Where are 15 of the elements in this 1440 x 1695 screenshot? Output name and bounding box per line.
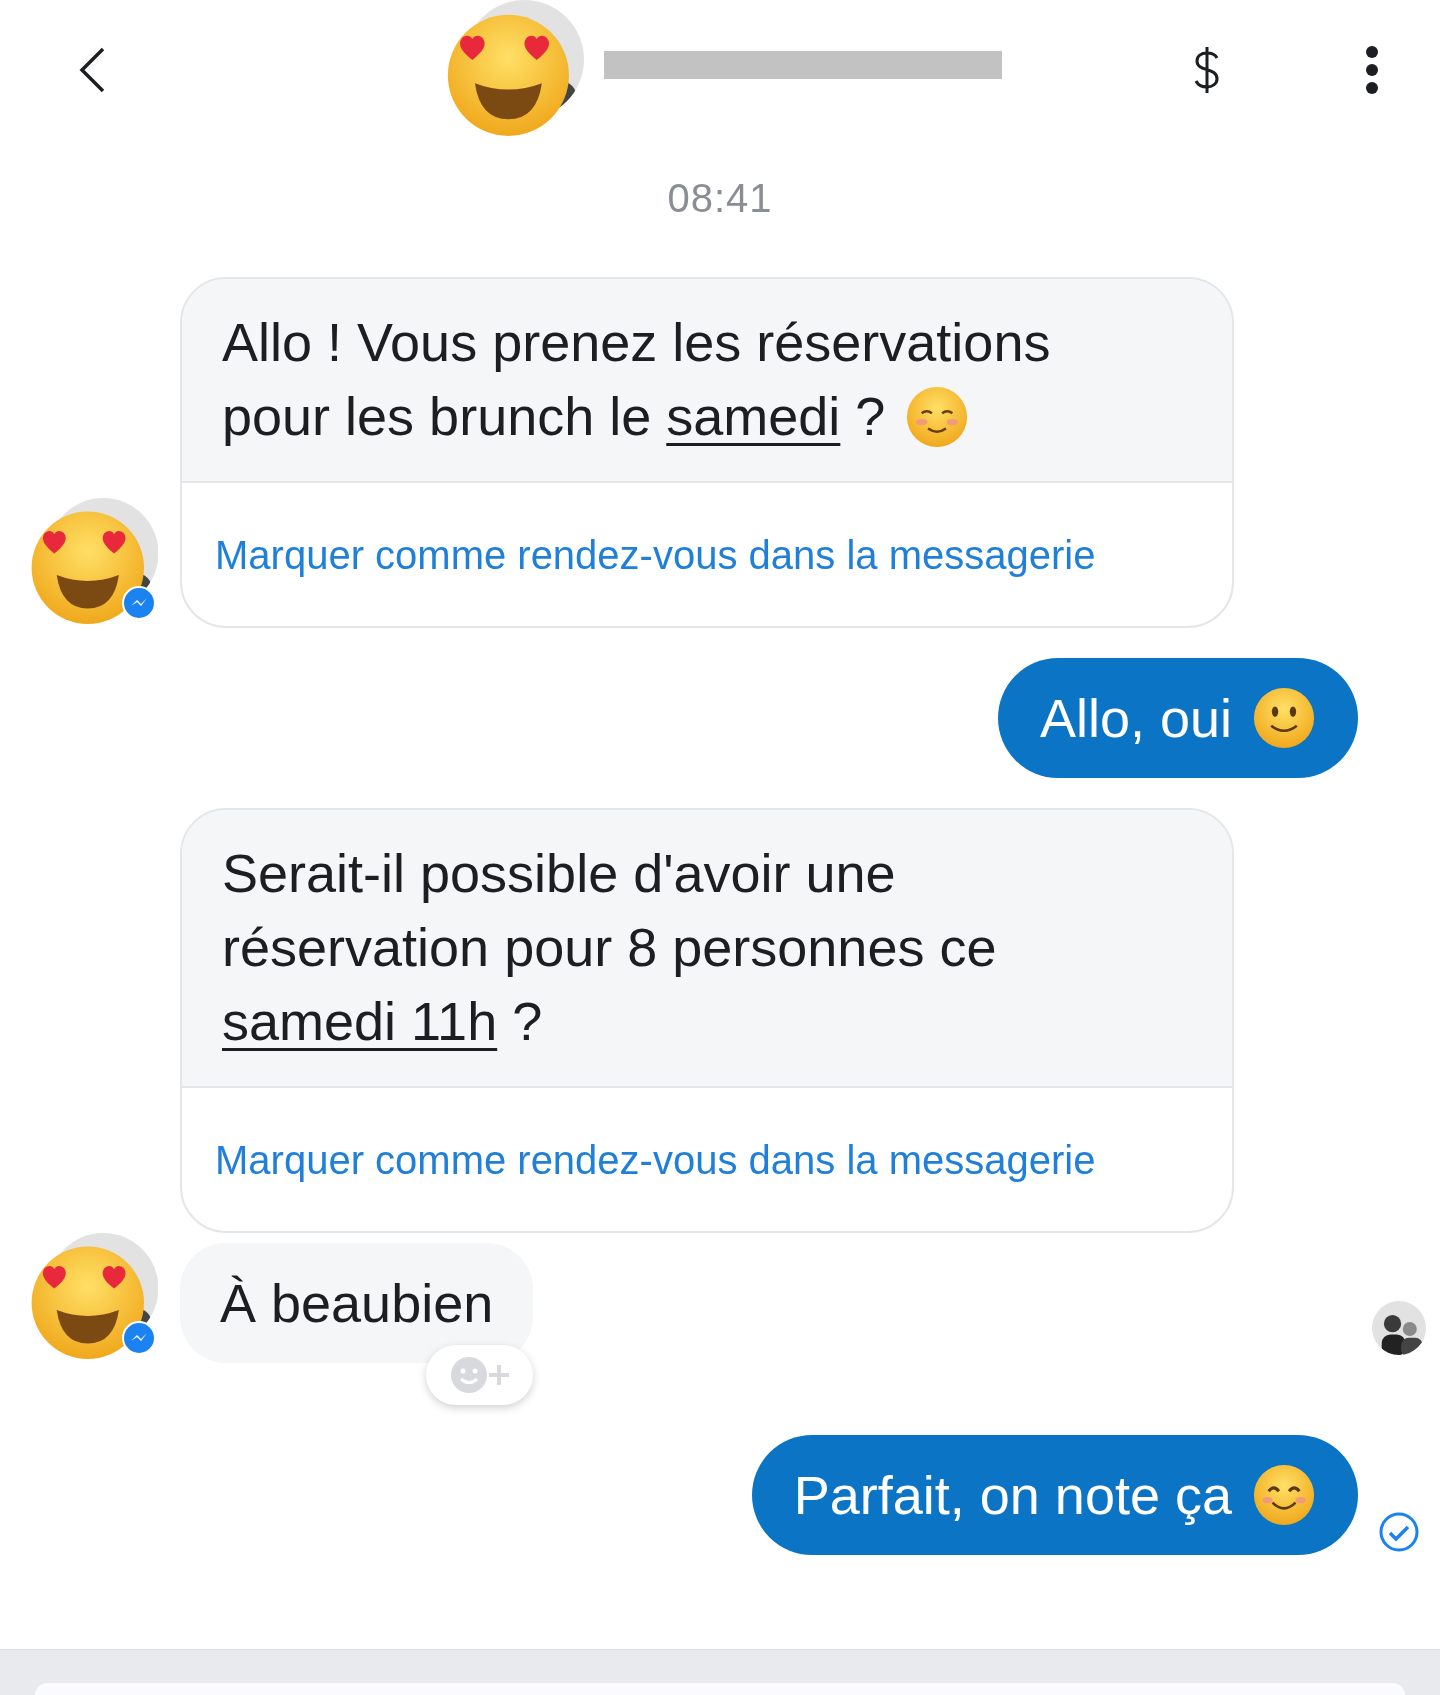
timestamp: 08:41 (666, 176, 774, 221)
smiling-face-icon (1252, 686, 1316, 750)
blushing-face-icon (905, 385, 970, 449)
messenger-badge-icon (122, 1321, 156, 1355)
action-link[interactable]: Marquer comme rendez-vous dans la messagerie (182, 1088, 1232, 1231)
more-icon[interactable] (1364, 44, 1380, 96)
message-text: Allo ! Vous prenez les réservations pour les brunch le samedi ? (222, 305, 1192, 453)
message-text: Allo, oui (1039, 687, 1232, 750)
grinning-face-icon (1252, 1463, 1316, 1527)
action-link[interactable]: Marquer comme rendez-vous dans la messagerie (182, 483, 1232, 626)
message-text: Serait-il possible d'avoir une réservation pour 8 personnes ce samedi 11h ? (222, 842, 998, 1053)
messenger-badge-icon (122, 586, 156, 620)
message-text: Parfait, on note ça (793, 1464, 1232, 1527)
back-icon[interactable] (78, 46, 106, 94)
message-text: À beaubien (220, 1272, 494, 1335)
